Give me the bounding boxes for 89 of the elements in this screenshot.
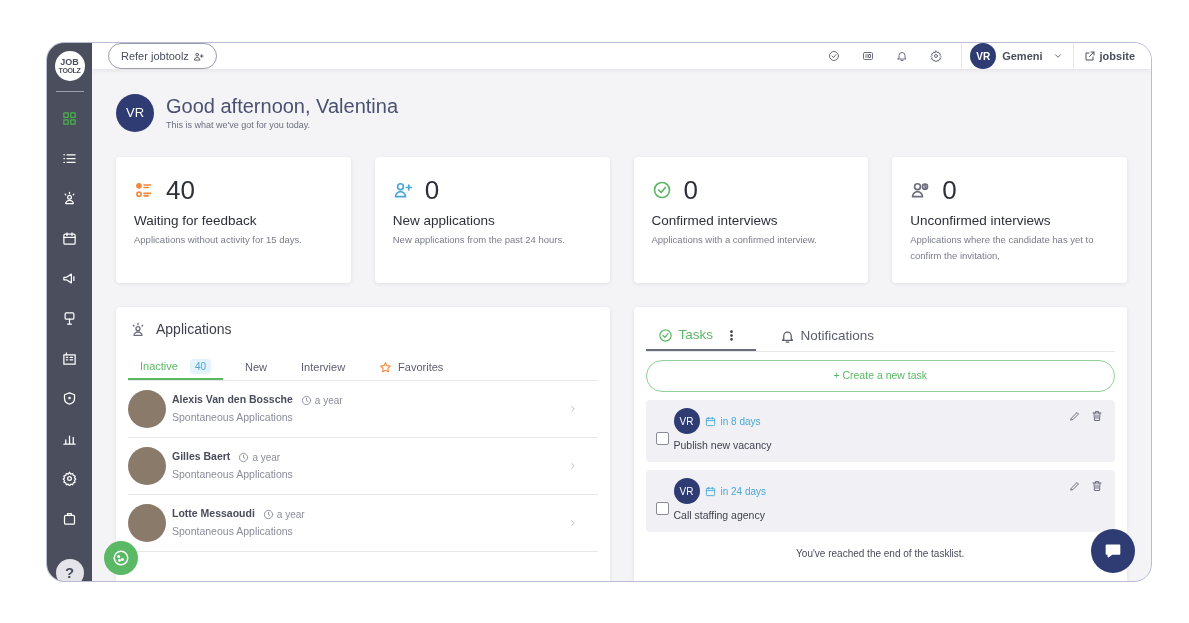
jobsite-link[interactable]: jobsite [1083,47,1135,65]
application-source: Spontaneous Applications [172,467,294,482]
calendar-icon [62,230,77,246]
avatar-photo [128,390,166,428]
tab[interactable]: Notifications [767,321,887,351]
stat-value: 0 [942,177,957,203]
due-date: in 8 days [720,414,761,429]
stat-title: Waiting for feedback [134,212,258,230]
stat-title: New applications [392,212,496,230]
task-title: Publish new vacancy [673,438,772,454]
avatar-photo [128,504,166,542]
tab-label: Tasks [678,325,713,344]
id-card-icon [862,50,875,62]
bag-icon [62,510,77,526]
cookie-icon [112,549,130,567]
task-title: Call staffing agency [673,508,766,524]
notification-icon [896,50,909,62]
task-checkbox[interactable] [655,501,669,515]
avatar: VR [116,94,154,132]
stat-description: Applications where the candidate has yet to confirm the invitation, [910,233,1095,264]
tab[interactable]: New [233,354,280,380]
shield-icon [62,390,77,406]
help-button[interactable]: ? [55,559,84,581]
application-source: Spontaneous Applications [172,524,294,539]
stat-description: Applications without activity for 15 days. [134,233,303,248]
assignee-avatar: VR [673,478,700,505]
tab-label: Notifications [800,326,875,345]
time-ago: a year [276,507,305,522]
application-row[interactable]: Alexis Van den Bossche a year Spontaneous Applications [128,381,598,438]
add-user-icon [392,180,413,200]
greeting-title: Good afternoon, Valentina [166,93,399,119]
stat-title: Unconfirmed interviews [910,212,1052,230]
application-source: Spontaneous Applications [172,410,294,425]
logo-text: JOB [60,58,79,67]
avatar-photo [128,447,166,485]
building-icon [62,350,77,366]
end-note: You've reached the end of the tasklist. [795,547,966,561]
tab[interactable]: Favorites [367,354,456,380]
settings-icon [930,50,943,62]
applicant-name: Alexis Van den Bossche [172,392,293,408]
signpost-icon [62,310,77,326]
user-avatar: VR [970,43,997,69]
stat-value: 0 [424,177,440,203]
task-checkbox[interactable] [655,431,669,445]
calendar-icon [704,485,716,497]
trash-icon [1091,410,1103,422]
check-circle-icon [651,180,672,200]
trash-icon [1091,480,1103,492]
edit-icon [1069,410,1081,422]
user-menu[interactable]: VR Gemeni [970,43,1063,69]
list-status-icon [134,180,154,200]
user-name: Gemeni [1002,48,1043,64]
edit-icon [1069,480,1081,492]
check-circle-icon [657,327,673,343]
notification-icon [779,328,795,344]
stat-description: Applications with a confirmed interview. [651,233,818,248]
grid-icon [62,110,77,126]
time-ago: a year [252,450,281,465]
panel-title: Applications [156,320,232,339]
applicant-name: Lotte Messaoudi [172,506,255,522]
tab-label: New [245,359,268,375]
chevron-down-icon [1052,51,1063,61]
tab[interactable]: Interview [289,354,358,380]
time-ago: a year [314,393,343,408]
application-row[interactable]: Lotte Messaoudi a year Spontaneous Applications [128,495,598,552]
user-clock-icon [910,180,931,200]
application-row[interactable]: Gilles Baert a year Spontaneous Applications [128,438,598,495]
clock-icon [238,451,250,463]
tab-label: Interview [301,359,346,375]
due-date: in 24 days [720,484,767,499]
clock-icon [300,394,312,406]
calendar-icon [704,415,716,427]
check-circle-icon [828,50,841,62]
assignee-avatar: VR [673,408,700,435]
stat-value: 40 [166,177,195,203]
count-badge: 40 [189,358,212,374]
settings-icon [62,470,77,486]
tab-label: Favorites [398,359,444,375]
add-user-icon [192,50,204,62]
stat-description: New applications from the past 24 hours. [392,233,566,248]
greeting-subtitle: This is what we've got for you today. [166,118,312,132]
clock-icon [262,508,274,520]
applicant-name: Gilles Baert [172,449,231,465]
stat-value: 0 [683,177,698,203]
tab-label: Inactive [140,358,178,374]
person-icon [62,190,77,206]
stat-title: Confirmed interviews [651,212,779,230]
person-icon [130,321,146,338]
external-link-icon [1083,50,1096,62]
